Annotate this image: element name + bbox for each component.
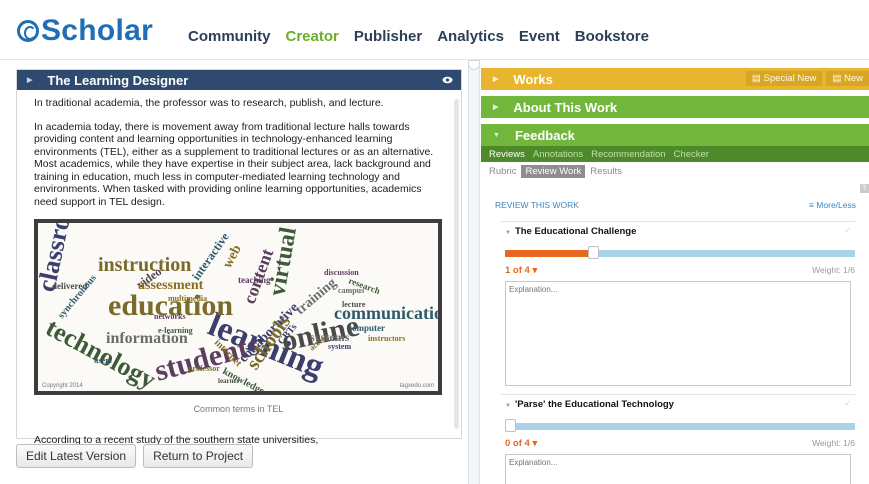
explanation-field[interactable]	[505, 281, 851, 386]
word-cloud-word: e-learning	[158, 326, 193, 335]
score-dropdown[interactable]: 1 of 4 ▾	[505, 265, 537, 276]
subtab-review-work[interactable]: Review Work	[521, 164, 586, 178]
word-cloud-word: networks	[154, 312, 186, 321]
nav-creator[interactable]: Creator	[286, 28, 339, 45]
score-slider[interactable]	[505, 246, 855, 259]
review-header: REVIEW THIS WORK ≡ More/Less	[495, 200, 856, 210]
review-subtabs: Rubric Review Work Results	[481, 163, 869, 179]
eye-icon[interactable]	[440, 73, 455, 87]
score-slider-fill	[505, 250, 593, 257]
edit-latest-version-button[interactable]: Edit Latest Version	[16, 444, 137, 468]
document-actions: Edit Latest Version Return to Project	[16, 444, 254, 468]
collapse-triangle-icon[interactable]: ▶	[27, 76, 32, 84]
panel-splitter[interactable]	[468, 60, 480, 484]
document-title-bar[interactable]: ▶ The Learning Designer	[17, 70, 461, 90]
tab-reviews[interactable]: Reviews	[489, 149, 525, 160]
works-actions: ▤ Special New ▤ New	[745, 71, 869, 86]
app-page: Scholar Community Creator Publisher Anal…	[0, 0, 869, 484]
figure-caption: Common terms in TEL	[193, 404, 284, 414]
new-button[interactable]: ▤ New	[826, 71, 869, 86]
tab-checker[interactable]: Checker	[674, 149, 709, 160]
check-icon: ✓	[844, 226, 851, 235]
rubric-criterion: ▼ 'Parse' the Educational Technology ✓ 0 …	[501, 394, 855, 484]
word-cloud-word: teaching	[238, 275, 271, 285]
document-scrollbar[interactable]	[454, 99, 459, 429]
expand-triangle-icon[interactable]: ▶	[493, 103, 498, 111]
logo-text: Scholar	[41, 14, 154, 47]
document-panel: ▶ The Learning Designer In traditional a…	[16, 69, 462, 446]
criterion-title-row[interactable]: ▼ 'Parse' the Educational Technology	[501, 399, 855, 410]
word-cloud-word: technology	[41, 313, 160, 391]
figure-source: tagxedo.com	[400, 383, 434, 389]
word-cloud-word: professor	[188, 364, 220, 373]
tab-recommendation[interactable]: Recommendation	[591, 149, 665, 160]
nav-bookstore[interactable]: Bookstore	[575, 28, 649, 45]
criterion-meta: 1 of 4 ▾ Weight: 1/6	[505, 265, 855, 276]
tab-annotations[interactable]: Annotations	[533, 149, 583, 160]
word-cloud-word: users	[94, 356, 112, 365]
word-cloud-word: discussion	[324, 268, 359, 277]
score-slider[interactable]	[505, 419, 855, 432]
works-bar[interactable]: ▶ Works ▤ Special New ▤ New	[481, 68, 869, 90]
nav-community[interactable]: Community	[188, 28, 271, 45]
splitter-handle[interactable]	[468, 60, 480, 70]
about-this-work-bar[interactable]: ▶ About This Work	[481, 96, 869, 118]
criterion-meta: 0 of 4 ▾ Weight: 1/6	[505, 438, 855, 449]
more-less-toggle[interactable]: ≡ More/Less	[809, 200, 856, 210]
word-cloud-word: system	[328, 342, 351, 351]
figure-copyright: Copyright 2014	[42, 383, 83, 389]
word-cloud-image: classroom instructionvideo interactivewebc…	[38, 223, 438, 391]
word-cloud-word: instructors	[368, 334, 405, 343]
help-icon[interactable]: ?	[860, 184, 869, 193]
feedback-title: Feedback	[514, 127, 575, 143]
nav-publisher[interactable]: Publisher	[354, 28, 422, 45]
feedback-bar[interactable]: ▼ Feedback	[481, 124, 869, 146]
new-label: New	[843, 73, 863, 84]
collapse-triangle-icon[interactable]: ▼	[505, 230, 511, 236]
nav-event[interactable]: Event	[519, 28, 560, 45]
score-slider-handle[interactable]	[587, 246, 599, 259]
word-cloud-word: computer	[348, 323, 385, 333]
paragraph: In traditional academia, the professor w…	[34, 97, 384, 109]
word-cloud-word: assessment	[138, 278, 204, 293]
nav-analytics[interactable]: Analytics	[437, 28, 504, 45]
word-cloud-word: campus	[338, 286, 364, 295]
criterion-title: The Educational Challenge	[514, 226, 637, 237]
special-new-label: Special New	[763, 73, 817, 84]
subtab-rubric[interactable]: Rubric	[489, 166, 516, 177]
score-slider-handle[interactable]	[505, 419, 516, 432]
review-panel: ▶ Works ▤ Special New ▤ New ▶ About This…	[481, 68, 869, 484]
about-title: About This Work	[513, 99, 618, 115]
score-dropdown[interactable]: 0 of 4 ▾	[505, 438, 537, 449]
check-icon: ✓	[844, 399, 851, 408]
criterion-title: 'Parse' the Educational Technology	[514, 399, 674, 410]
word-cloud-word: learner	[218, 377, 240, 385]
rubric-criterion: ▼ The Educational Challenge ✓ 1 of 4 ▾ We…	[501, 221, 855, 386]
document-title: The Learning Designer	[47, 72, 189, 88]
top-bar: Scholar Community Creator Publisher Anal…	[0, 0, 869, 60]
main-nav: Community Creator Publisher Analytics Ev…	[188, 28, 649, 45]
explanation-field[interactable]	[505, 454, 851, 484]
word-cloud-figure: classroom instruction video interactive web c…	[34, 219, 442, 395]
paragraph: In academia today, there is movement awa…	[34, 120, 434, 208]
scholar-logo[interactable]: Scholar	[17, 14, 153, 48]
review-this-work-label: REVIEW THIS WORK	[495, 200, 579, 210]
return-to-project-button[interactable]: Return to Project	[143, 444, 254, 468]
scholar-logo-icon	[17, 20, 39, 42]
special-new-button[interactable]: ▤ Special New	[745, 71, 823, 86]
word-cloud-word: multimedia	[168, 294, 207, 303]
document-body: In traditional academia, the professor w…	[17, 90, 461, 446]
expand-triangle-icon[interactable]: ▶	[493, 75, 498, 83]
criterion-title-row[interactable]: ▼ The Educational Challenge	[501, 226, 855, 237]
word-cloud-word: lecture	[342, 300, 366, 309]
word-cloud-word: virtual	[264, 225, 302, 298]
subtab-results[interactable]: Results	[590, 166, 622, 177]
feedback-tabs: Reviews Annotations Recommendation Check…	[481, 146, 869, 162]
collapse-triangle-icon[interactable]: ▼	[505, 403, 511, 409]
weight-label: Weight: 1/6	[812, 265, 855, 275]
weight-label: Weight: 1/6	[812, 438, 855, 448]
collapse-triangle-icon[interactable]: ▼	[493, 132, 500, 139]
works-title: Works	[513, 71, 553, 87]
